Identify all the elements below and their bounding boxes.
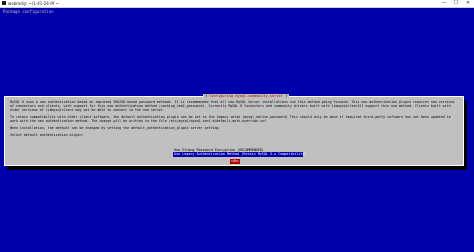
dialog-paragraph: To retain compatibility with older clien… bbox=[10, 115, 453, 124]
maximize-button[interactable]: ☐ bbox=[450, 0, 462, 7]
dialog-prompt: Select default authentication plugin: bbox=[10, 132, 84, 137]
dialog-paragraph: When installation, the default can be ch… bbox=[10, 126, 221, 131]
auth-plugin-options: Use Strong Password Encryption (RECOMMEN… bbox=[173, 148, 307, 157]
ok-button[interactable]: <Ok> bbox=[230, 159, 240, 164]
dialog-title-text: Configuring mysql-community-server bbox=[209, 94, 283, 98]
close-button[interactable]: ✕ bbox=[462, 0, 474, 7]
terminal-area[interactable]: Package configuration ┤ Configuring mysq… bbox=[0, 8, 474, 252]
package-configuration-header: Package configuration bbox=[3, 9, 54, 14]
config-dialog: ┤ Configuring mysql-community-server ├ M… bbox=[4, 94, 464, 166]
minimize-button[interactable]: — bbox=[438, 0, 450, 7]
dialog-paragraph: MySQL 8 uses a new authentication based … bbox=[10, 100, 457, 113]
option-legacy-authentication[interactable]: Use Legacy Authentication Method (Retain… bbox=[173, 152, 307, 157]
dialog-body: MySQL 8 uses a new authentication based … bbox=[10, 100, 458, 139]
terminal-icon bbox=[2, 1, 6, 5]
window-title: webmdiy: ~/1-41-24-9f ~ bbox=[8, 1, 59, 6]
window-titlebar: webmdiy: ~/1-41-24-9f ~ — ☐ ✕ bbox=[0, 0, 474, 8]
dialog-title: ┤ Configuring mysql-community-server ├ bbox=[203, 94, 290, 99]
